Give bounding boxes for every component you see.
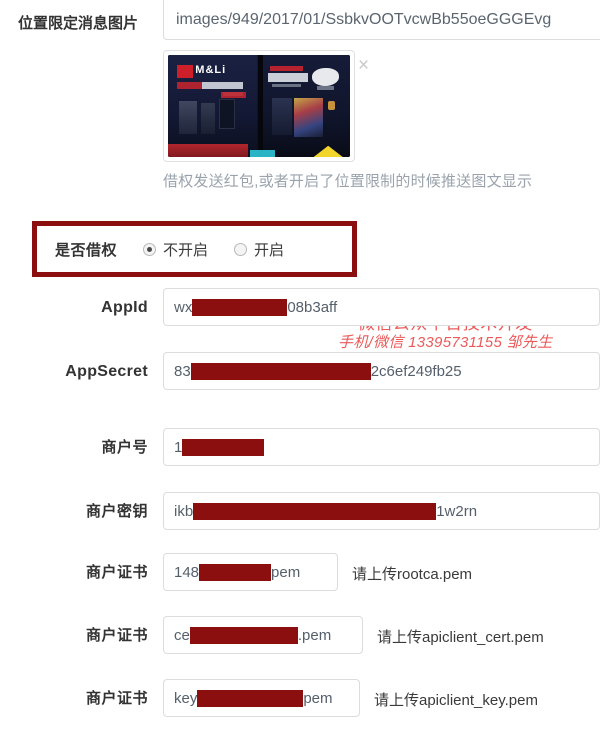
field-input-0[interactable]: wx 08b3aff — [163, 288, 600, 326]
photo-logo-blob — [311, 68, 340, 86]
image-thumbnail[interactable]: M&Li — [163, 50, 355, 162]
field-value-suffix-5: .pem — [297, 626, 332, 644]
borrow-permission-label: 是否借权 — [55, 241, 118, 259]
field-hint-5: 请上传apiclient_cert.pem — [377, 629, 544, 646]
field-value-prefix-1: 83 — [174, 362, 191, 380]
radio-label-enabled: 开启 — [254, 241, 285, 259]
field-value-suffix-4: pem — [271, 563, 301, 581]
field-value-redaction-4 — [199, 563, 272, 581]
photo-logo-caption — [317, 85, 334, 90]
field-input-6[interactable]: key pem — [163, 679, 360, 717]
field-value-suffix-6: pem — [303, 689, 333, 707]
field-label-5: 商户证书 — [85, 627, 148, 644]
photo-mannequin-1 — [178, 100, 198, 134]
photo-window-1 — [271, 97, 292, 135]
field-value-prefix-2: 1 — [174, 438, 183, 456]
field-value-redaction-6 — [197, 689, 304, 707]
radio-option-enabled[interactable]: 开启 — [234, 239, 284, 260]
image-url-input[interactable]: images/949/2017/01/SsbkvOOTvcwBb55oeGGGE… — [163, 0, 600, 40]
photo-lamp — [328, 100, 336, 111]
field-label-1: AppSecret — [65, 363, 148, 380]
close-icon[interactable]: × — [358, 56, 369, 75]
field-label-3: 商户密钥 — [85, 503, 148, 520]
image-url-value: images/949/2017/01/SsbkvOOTvcwBb55oeGGGE… — [176, 10, 552, 28]
photo-mannequin-2 — [200, 102, 216, 134]
field-label-0: AppId — [101, 299, 148, 316]
field-hint-4: 请上传rootca.pem — [352, 566, 473, 583]
field-value-redaction-5 — [189, 626, 298, 644]
field-value-redaction-3 — [193, 502, 437, 520]
image-field-hint: 借权发送红包,或者开启了位置限制的时候推送图文显示 — [163, 173, 533, 190]
radio-dot-enabled[interactable] — [234, 242, 248, 256]
photo-right-sign-mid — [268, 73, 309, 82]
borrow-permission-highlight-box: 是否借权 不开启 开启 — [32, 221, 357, 277]
storefront-photo: M&Li — [168, 55, 350, 157]
radio-label-disabled: 不开启 — [163, 241, 209, 259]
field-value-prefix-5: ce — [174, 626, 190, 644]
field-label-4: 商户证书 — [85, 564, 148, 581]
photo-window-2 — [293, 97, 323, 137]
photo-red-carpet — [168, 143, 249, 157]
photo-sign-subtitle — [177, 81, 243, 89]
field-value-suffix-1: 2c6ef249fb25 — [370, 362, 462, 380]
field-input-5[interactable]: ce .pem — [163, 616, 363, 654]
photo-right-sign-bottom — [271, 83, 301, 88]
field-value-redaction-0 — [192, 298, 288, 316]
photo-cyan-strip — [249, 149, 276, 157]
radio-option-disabled[interactable]: 不开启 — [143, 239, 208, 260]
radio-dot-disabled[interactable] — [143, 242, 157, 256]
settings-form-page: 位置限定消息图片 images/949/2017/01/SsbkvOOTvcwB… — [0, 0, 600, 729]
field-hint-6: 请上传apiclient_key.pem — [374, 692, 538, 709]
field-label-6: 商户证书 — [85, 690, 148, 707]
field-value-prefix-3: ikb — [174, 502, 194, 520]
field-value-suffix-3: 1w2rn — [436, 502, 478, 520]
field-value-redaction-2 — [182, 438, 265, 456]
field-value-suffix-0: 08b3aff — [287, 298, 338, 316]
field-value-prefix-6: key — [174, 689, 198, 707]
field-input-2[interactable]: 1 — [163, 428, 600, 466]
field-input-3[interactable]: ikb 1w2rn — [163, 492, 600, 530]
field-label-2: 商户号 — [101, 439, 148, 456]
photo-display-panel — [218, 98, 236, 130]
photo-left-small-sign — [220, 91, 247, 98]
photo-right-sign-top — [269, 66, 303, 72]
photo-sign-text: M&Li — [195, 64, 227, 77]
watermark-line-2: 手机/微信 13395731155 邹先生 — [338, 333, 553, 351]
field-value-prefix-4: 148 — [174, 563, 200, 581]
field-value-prefix-0: wx — [174, 298, 193, 316]
field-input-1[interactable]: 83 2c6ef249fb25 — [163, 352, 600, 390]
location-message-image-label: 位置限定消息图片 — [17, 15, 138, 32]
photo-sign-badge — [177, 65, 194, 79]
field-input-4[interactable]: 148 pem — [163, 553, 338, 591]
field-value-redaction-1 — [190, 362, 371, 380]
